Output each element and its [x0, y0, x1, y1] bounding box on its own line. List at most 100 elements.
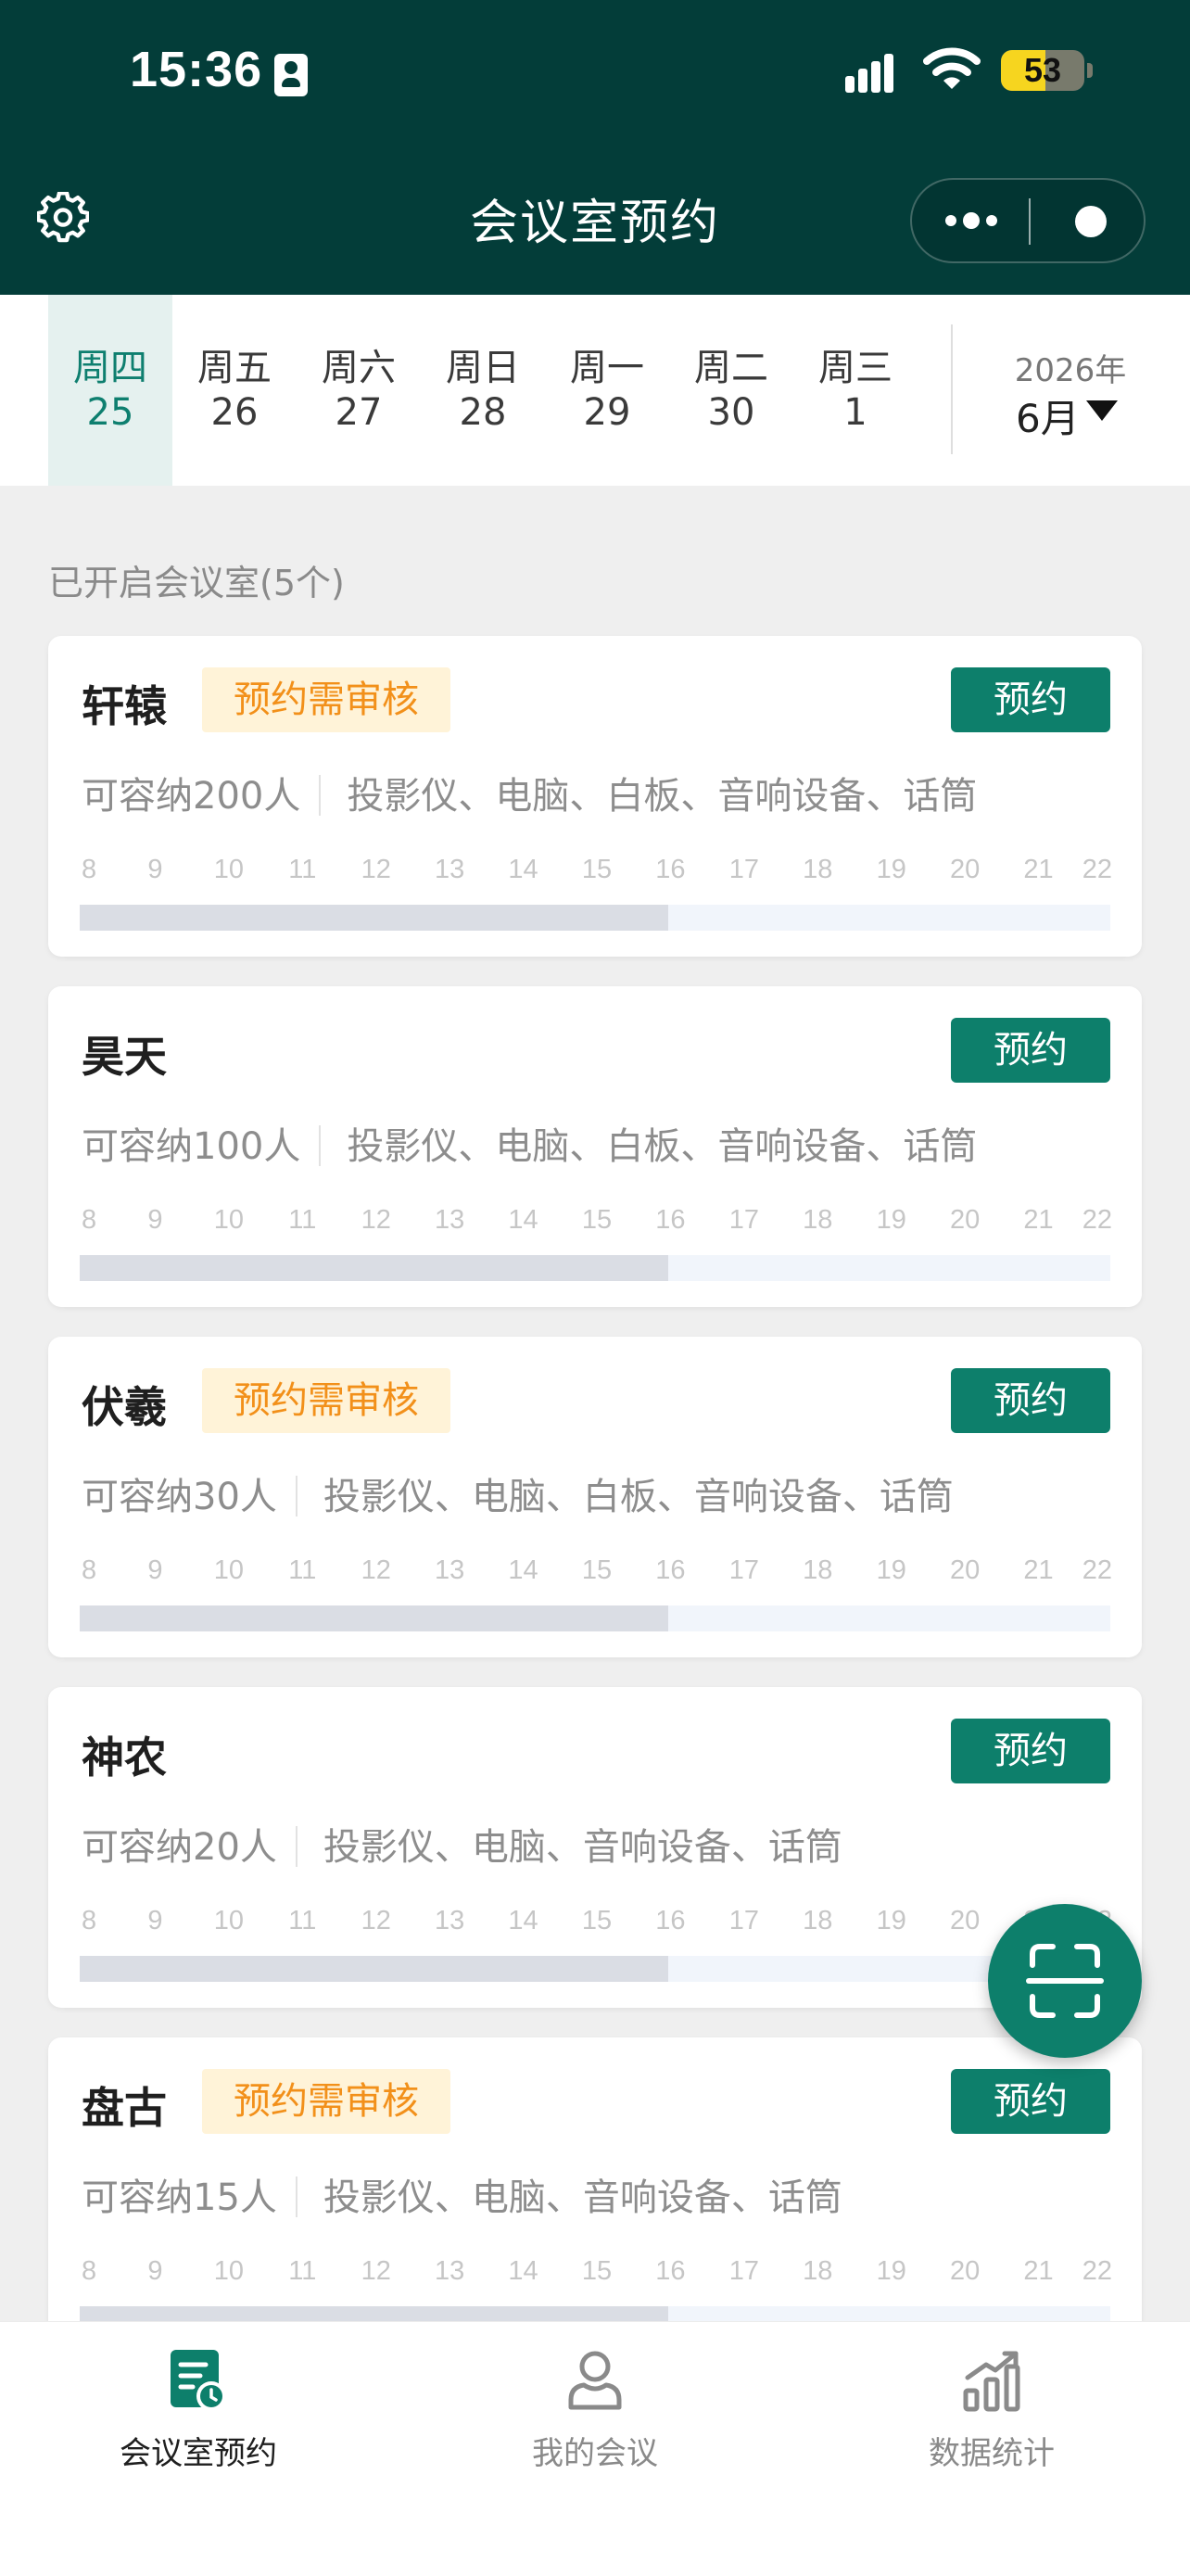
day-weekday: 周三	[818, 347, 892, 389]
room-name: 盘古	[82, 2083, 167, 2133]
room-equipment: 投影仪、电脑、白板、音响设备、话筒	[323, 1476, 954, 1518]
room-capacity: 可容纳20人	[82, 1826, 277, 1869]
mini-program-capsule	[910, 178, 1146, 263]
day-date: 1	[843, 391, 867, 434]
person-icon	[568, 2351, 622, 2410]
timeline-tick: 10	[213, 1205, 244, 1235]
book-button[interactable]: 预约	[951, 667, 1110, 732]
room-equipment: 投影仪、电脑、白板、音响设备、话筒	[347, 775, 978, 818]
timeline-tick: 11	[288, 2256, 317, 2286]
timeline-tick: 8	[82, 2256, 97, 2286]
timeline-tick: 9	[147, 1205, 163, 1235]
timeline-ticks: 8 9 10 11 12 13 14 15 16 17 18 19 20 21 22	[82, 855, 1112, 888]
day-tab-6[interactable]: 周三 1	[793, 295, 918, 486]
day-weekday: 周六	[322, 347, 396, 389]
timeline-tick: 20	[950, 1205, 981, 1235]
day-tab-2[interactable]: 周六 27	[297, 295, 421, 486]
book-button[interactable]: 预约	[951, 1018, 1110, 1083]
timeline-tick: 14	[508, 855, 538, 884]
timeline-tick: 22	[1082, 1205, 1112, 1235]
timeline-tick: 17	[728, 1906, 759, 1935]
room-capacity: 可容纳30人	[82, 1476, 277, 1518]
month-picker[interactable]: 6月	[1016, 387, 1080, 444]
tab-label: 数据统计	[929, 2435, 1055, 2472]
timeline-tick: 12	[361, 1555, 391, 1585]
timeline-tick: 9	[147, 1906, 163, 1935]
timeline-tick: 17	[728, 1205, 759, 1235]
room-info: 可容纳200人 投影仪、电脑、白板、音响设备、话筒	[82, 766, 977, 819]
day-date: 26	[210, 391, 259, 434]
day-date: 30	[707, 391, 755, 434]
audit-required-badge: 预约需审核	[202, 1368, 450, 1433]
timeline-tick: 18	[803, 855, 833, 884]
room-name: 神农	[82, 1732, 167, 1783]
timeline-tick: 16	[655, 2256, 686, 2286]
day-tab-4[interactable]: 周一 29	[545, 295, 669, 486]
timeline-tick: 21	[1023, 2256, 1054, 2286]
room-capacity: 可容纳200人	[82, 775, 301, 818]
info-divider	[295, 1826, 298, 1867]
book-button[interactable]: 预约	[951, 1719, 1110, 1783]
scan-button[interactable]	[988, 1904, 1142, 2058]
room-card: 昊天 预约 可容纳100人 投影仪、电脑、白板、音响设备、话筒 8 9 10 11 12 1…	[48, 986, 1142, 1307]
day-tab-1[interactable]: 周五 26	[172, 295, 297, 486]
info-divider	[295, 2176, 298, 2217]
tab-room-booking[interactable]: 会议室预约	[0, 2322, 397, 2507]
tab-statistics[interactable]: 数据统计	[793, 2322, 1190, 2507]
timeline-tick: 20	[950, 2256, 981, 2286]
timeline-tick: 14	[508, 1205, 538, 1235]
day-tab-0[interactable]: 周四 25	[48, 295, 172, 486]
timeline-tick: 19	[876, 855, 906, 884]
info-divider	[319, 775, 322, 816]
timeline-tick: 16	[655, 1555, 686, 1585]
book-button[interactable]: 预约	[951, 1368, 1110, 1433]
timeline-tick: 15	[581, 2256, 613, 2286]
timeline-track	[80, 1255, 1110, 1281]
timeline-tick: 8	[82, 1555, 97, 1585]
timeline-tick: 12	[361, 1906, 391, 1935]
bottom-tabbar: 会议室预约 我的会议 数据统计	[0, 2321, 1190, 2576]
timeline-tick: 14	[508, 2256, 538, 2286]
timeline-tick: 20	[950, 1555, 981, 1585]
section-title: 已开启会议室(5个)	[48, 563, 345, 603]
audit-required-badge: 预约需审核	[202, 2069, 450, 2134]
timeline-tick: 20	[950, 855, 981, 884]
timeline-tick: 19	[876, 2256, 906, 2286]
room-info: 可容纳20人 投影仪、电脑、音响设备、话筒	[82, 1817, 842, 1871]
timeline-tick: 9	[147, 855, 163, 884]
timeline-booked-bar	[80, 1605, 669, 1631]
target-circle-icon[interactable]	[1075, 206, 1107, 237]
timeline-tick: 15	[581, 1906, 613, 1935]
status-time: 15:36	[130, 42, 263, 97]
day-weekday: 周日	[446, 347, 520, 389]
contact-card-icon	[274, 54, 308, 96]
timeline-tick: 19	[876, 1906, 906, 1935]
timeline-tick: 16	[655, 855, 686, 884]
caret-down-icon[interactable]	[1086, 400, 1118, 421]
room-equipment: 投影仪、电脑、音响设备、话筒	[323, 2176, 842, 2219]
timeline-tick: 18	[803, 1555, 833, 1585]
room-name: 昊天	[82, 1032, 167, 1082]
cellular-signal-icon	[845, 50, 906, 93]
day-tab-3[interactable]: 周日 28	[421, 295, 545, 486]
capsule-divider	[1029, 198, 1031, 245]
timeline-tick: 11	[288, 1205, 317, 1235]
timeline-tick: 13	[435, 855, 465, 884]
date-selector: 周四 25 周五 26 周六 27 周日 28 周一 29 周二 30 周三 1…	[0, 295, 1190, 486]
room-info: 可容纳15人 投影仪、电脑、音响设备、话筒	[82, 2167, 842, 2221]
room-equipment: 投影仪、电脑、白板、音响设备、话筒	[347, 1125, 978, 1168]
day-tab-5[interactable]: 周二 30	[669, 295, 793, 486]
tab-my-meetings[interactable]: 我的会议	[397, 2322, 793, 2507]
book-button[interactable]: 预约	[951, 2069, 1110, 2134]
timeline-track	[80, 1605, 1110, 1631]
timeline-tick: 21	[1023, 1555, 1054, 1585]
more-dots-icon[interactable]	[943, 206, 999, 235]
timeline-booked-bar	[80, 1956, 669, 1982]
timeline-tick: 12	[361, 1205, 391, 1235]
year-label: 2026年	[1014, 352, 1127, 389]
timeline-tick: 10	[213, 1555, 244, 1585]
day-weekday: 周一	[570, 347, 644, 389]
audit-required-badge: 预约需审核	[202, 667, 450, 732]
timeline-tick: 14	[508, 1906, 538, 1935]
room-name: 轩辕	[82, 681, 167, 731]
